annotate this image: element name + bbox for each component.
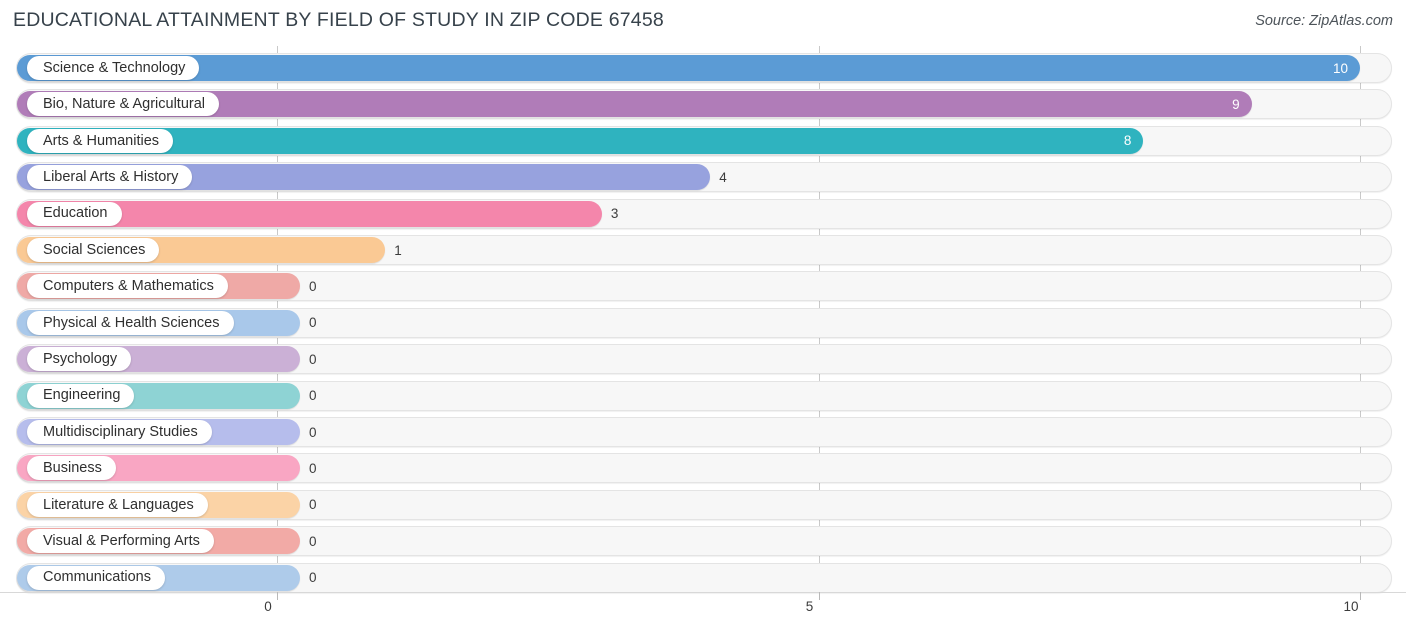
- bar-value-label: 10: [1332, 60, 1348, 76]
- bar-value-label: 0: [309, 315, 317, 331]
- plot-area: Science & Technology 10 Bio, Nature & Agri…: [0, 46, 1406, 593]
- bar-label-pill: Science & Technology: [27, 56, 200, 80]
- bar-label-pill: Education: [27, 201, 122, 226]
- bar-row[interactable]: Literature & Languages 0: [0, 489, 1406, 520]
- bar-category-label: Multidisciplinary Studies: [43, 423, 198, 440]
- bar-label-pill: Computers & Mathematics: [27, 274, 228, 299]
- bar-row[interactable]: Education 3: [0, 198, 1406, 229]
- bar-category-label: Business: [43, 460, 102, 477]
- bar-category-label: Computers & Mathematics: [43, 278, 214, 295]
- bar-row[interactable]: Bio, Nature & Agricultural 9: [0, 89, 1406, 120]
- bar-category-label: Bio, Nature & Agricultural: [43, 96, 205, 113]
- axis-tick-label: 10: [1343, 599, 1359, 614]
- bar-label-pill: Arts & Humanities: [27, 128, 174, 153]
- bar-row[interactable]: Psychology 0: [0, 344, 1406, 375]
- bar-row[interactable]: Liberal Arts & History 4: [0, 162, 1406, 193]
- axis-tick: [818, 592, 820, 600]
- bar-category-label: Liberal Arts & History: [43, 168, 179, 185]
- bar-label-pill: Physical & Health Sciences: [27, 310, 234, 335]
- axis-line: [0, 592, 1406, 593]
- bar-row[interactable]: Science & Technology 10: [0, 53, 1406, 83]
- x-axis: 0 5 10: [0, 592, 1406, 631]
- bar-label-pill: Multidisciplinary Studies: [27, 420, 212, 444]
- bar[interactable]: [17, 55, 1360, 81]
- bar-category-label: Physical & Health Sciences: [43, 314, 220, 331]
- bar-label-pill: Social Sciences: [27, 238, 160, 262]
- bar-value-label: 0: [309, 460, 317, 476]
- bar-label-pill: Business: [27, 456, 116, 481]
- bar-row[interactable]: Communications 0: [0, 562, 1406, 593]
- bar-row[interactable]: Physical & Health Sciences 0: [0, 307, 1406, 338]
- bar-value-label: 0: [309, 351, 317, 367]
- bar-row[interactable]: Engineering 0: [0, 380, 1406, 411]
- bar-value-label: 9: [1232, 96, 1240, 112]
- bar-label-pill: Bio, Nature & Agricultural: [27, 92, 219, 117]
- axis-tick-label: 0: [264, 599, 272, 614]
- bar-value-label: 0: [309, 424, 317, 440]
- bar-category-label: Social Sciences: [43, 241, 146, 258]
- bar-row[interactable]: Multidisciplinary Studies 0: [0, 417, 1406, 447]
- bar-row[interactable]: Business 0: [0, 453, 1406, 484]
- bar-label-pill: Liberal Arts & History: [27, 165, 193, 190]
- bar-category-label: Science & Technology: [43, 59, 186, 76]
- bar-value-label: 3: [610, 206, 619, 222]
- bar[interactable]: [17, 127, 1144, 154]
- chart-page: EDUCATIONAL ATTAINMENT BY FIELD OF STUDY…: [0, 0, 1406, 631]
- bar-value-label: 0: [309, 570, 317, 586]
- bar-row[interactable]: Social Sciences 1: [0, 235, 1406, 265]
- bar-category-label: Arts & Humanities: [43, 132, 160, 149]
- bar-category-label: Literature & Languages: [43, 496, 194, 513]
- bar-value-label: 8: [1123, 133, 1132, 149]
- bar-value-label: 0: [309, 278, 317, 294]
- bar-category-label: Psychology: [43, 350, 118, 367]
- bar-value-label: 0: [309, 388, 317, 404]
- axis-tick: [277, 592, 278, 600]
- axis-tick: [1360, 592, 1361, 600]
- bar-value-label: 0: [309, 533, 317, 549]
- bar-category-label: Engineering: [43, 387, 121, 404]
- bar-category-label: Visual & Performing Arts: [43, 532, 200, 549]
- bar-category-label: Communications: [43, 569, 151, 586]
- bar-row[interactable]: Arts & Humanities 8: [0, 125, 1406, 156]
- source-attribution: Source: ZipAtlas.com: [1255, 13, 1393, 29]
- bar-label-pill: Psychology: [27, 347, 132, 372]
- bar-row[interactable]: Visual & Performing Arts 0: [0, 526, 1406, 557]
- bar-label-pill: Literature & Languages: [27, 492, 208, 517]
- bar-category-label: Education: [43, 205, 108, 222]
- bar-label-pill: Engineering: [27, 383, 135, 408]
- axis-tick-label: 5: [805, 599, 814, 614]
- bar-value-label: 4: [719, 169, 727, 185]
- bar-value-label: 1: [394, 242, 402, 258]
- bar-row[interactable]: Computers & Mathematics 0: [0, 271, 1406, 302]
- bar-label-pill: Communications: [27, 565, 165, 590]
- bar-value-label: 0: [309, 497, 317, 513]
- page-title: EDUCATIONAL ATTAINMENT BY FIELD OF STUDY…: [13, 9, 664, 31]
- bar-label-pill: Visual & Performing Arts: [27, 529, 214, 554]
